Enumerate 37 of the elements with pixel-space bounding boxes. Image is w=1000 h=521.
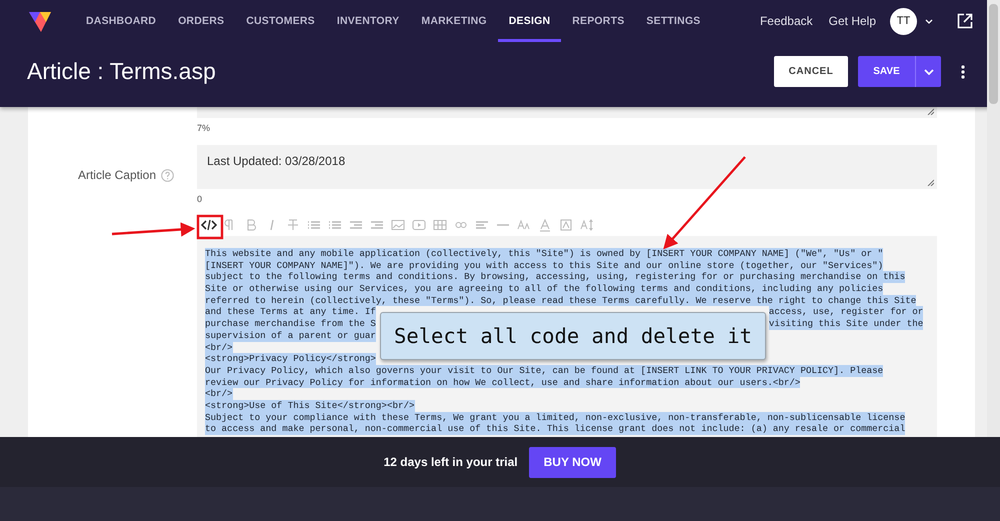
save-options-button[interactable] <box>916 56 941 87</box>
callout: Select all code and delete it <box>380 312 766 360</box>
help-icon[interactable] <box>161 168 174 182</box>
caret-icon[interactable] <box>925 18 933 24</box>
nav-tab[interactable]: SETTINGS <box>635 0 712 42</box>
image-icon[interactable] <box>389 217 407 233</box>
title-counter: 7% <box>197 122 212 135</box>
title-field[interactable] <box>197 107 937 118</box>
code-view-icon[interactable] <box>200 217 218 233</box>
line-height-icon[interactable] <box>578 217 596 233</box>
resize-handle-icon[interactable] <box>927 179 934 186</box>
caption-counter: 0 <box>197 193 204 206</box>
caret-icon <box>924 68 934 74</box>
scrollbar-thumb[interactable] <box>989 4 998 104</box>
caption-label: Article Caption <box>78 168 156 182</box>
cancel-button[interactable]: CANCEL <box>774 56 848 87</box>
page-title: Article : Terms.asp <box>27 58 216 85</box>
trial-notice: 12 days left in your trial <box>384 455 518 469</box>
save-button[interactable]: SAVE <box>858 56 916 87</box>
nav-tab[interactable]: REPORTS <box>561 0 636 42</box>
table-icon[interactable] <box>431 217 449 233</box>
caption-field[interactable]: Last Updated: 03/28/2018 <box>197 145 937 189</box>
nav-link[interactable]: Get Help <box>828 14 876 28</box>
nav-tab[interactable]: ORDERS <box>167 0 236 42</box>
nav-tab[interactable]: DASHBOARD <box>75 0 168 42</box>
nav-tab[interactable]: MARKETING <box>410 0 498 42</box>
external-link-icon[interactable] <box>957 13 973 29</box>
nav-tab[interactable]: DESIGN <box>498 0 562 42</box>
video-icon[interactable] <box>410 217 428 233</box>
nav-tab[interactable]: CUSTOMERS <box>235 0 326 42</box>
nav-link[interactable]: Feedback <box>760 14 813 28</box>
buy-now-button[interactable]: BUY NOW <box>528 446 616 478</box>
avatar[interactable]: TT <box>890 8 917 34</box>
more-icon[interactable] <box>961 64 965 78</box>
resize-handle-icon[interactable] <box>927 108 934 115</box>
nav-tab[interactable]: INVENTORY <box>326 0 410 42</box>
highlight-frame <box>196 214 224 240</box>
